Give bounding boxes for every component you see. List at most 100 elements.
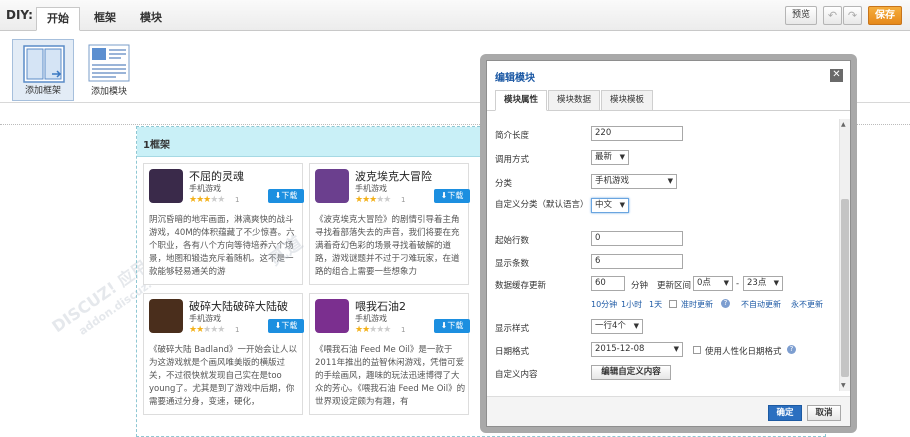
- chevron-down-icon: ▼: [723, 279, 729, 287]
- humanize-date-label: 使用人性化日期格式: [705, 347, 782, 357]
- help-icon[interactable]: ?: [787, 345, 796, 354]
- display-style-label: 显示样式: [495, 324, 530, 334]
- display-count-input[interactable]: 6: [591, 254, 683, 269]
- tab-frame[interactable]: 框架: [86, 7, 124, 31]
- intro-length-input[interactable]: 220: [591, 126, 683, 141]
- dialog-footer: 确定 取消: [487, 396, 850, 426]
- scroll-down-icon[interactable]: ▼: [841, 382, 846, 389]
- chevron-down-icon: ▼: [673, 345, 679, 353]
- confirm-button[interactable]: 确定: [768, 405, 802, 421]
- shortcut-1hour[interactable]: 1小时: [621, 299, 642, 310]
- shortcut-1day[interactable]: 1天: [649, 299, 662, 310]
- cache-minutes-input[interactable]: 60: [591, 276, 625, 291]
- app-category: 手机游戏: [189, 314, 221, 323]
- date-format-value: 2015-12-08: [595, 344, 645, 354]
- redo-icon[interactable]: ↷: [843, 6, 862, 25]
- download-button[interactable]: ⬇下载: [434, 189, 470, 203]
- app-description: 《波克埃克大冒险》的剧情引导着主角寻找着部落失去的声音，我们将要在充满着奇幻色彩…: [315, 215, 460, 277]
- interval-from-select[interactable]: 0点 ▼: [693, 276, 733, 291]
- app-name[interactable]: 波克埃克大冒险: [355, 168, 432, 184]
- tab-module-template[interactable]: 模块模板: [601, 90, 653, 111]
- interval-separator: -: [736, 279, 740, 289]
- frame-title: 1框架: [143, 140, 170, 151]
- shortcut-10min[interactable]: 10分钟: [591, 299, 617, 310]
- app-name[interactable]: 不屈的灵魂: [189, 168, 244, 184]
- app-category: 手机游戏: [355, 184, 387, 193]
- custom-category-select[interactable]: 中文 ▼: [591, 198, 629, 213]
- category-value: 手机游戏: [595, 176, 630, 186]
- rating-number: 1: [235, 326, 240, 334]
- display-style-select[interactable]: 一行4个 ▼: [591, 319, 643, 334]
- category-select[interactable]: 手机游戏 ▼: [591, 174, 677, 189]
- app-description: 《破碎大陆 Badland》一开始会让人以为这游戏就是个画风唯美版的横版过关，不…: [149, 345, 297, 407]
- display-style-value: 一行4个: [595, 321, 626, 331]
- custom-content-label: 自定义内容: [495, 370, 538, 380]
- add-frame-button[interactable]: 添加框架: [12, 39, 74, 101]
- display-count-label: 显示条数: [495, 259, 530, 269]
- chevron-down-icon: ▼: [619, 153, 625, 161]
- never-update-link[interactable]: 永不更新: [791, 299, 823, 310]
- call-method-value: 最新: [595, 152, 613, 162]
- app-thumbnail[interactable]: [149, 169, 183, 203]
- scroll-up-icon[interactable]: ▲: [841, 121, 846, 128]
- date-format-label: 日期格式: [495, 347, 530, 357]
- undo-icon[interactable]: ↶: [823, 6, 842, 25]
- humanize-date-checkbox[interactable]: [693, 346, 701, 354]
- chevron-down-icon: ▼: [633, 322, 639, 330]
- add-module-button[interactable]: 添加模块: [78, 39, 140, 101]
- ontime-label: 准时更新: [681, 300, 713, 309]
- app-card: 波克埃克大冒险 手机游戏 ★★★★★ 1 ⬇下载 《波克埃克大冒险》的剧情引导着…: [309, 163, 470, 285]
- minutes-unit: 分钟: [631, 281, 649, 291]
- rating-stars: ★★★★★: [355, 195, 391, 205]
- date-format-select[interactable]: 2015-12-08 ▼: [591, 342, 683, 357]
- rating-number: 1: [235, 196, 240, 204]
- ontime-checkbox[interactable]: [669, 300, 677, 308]
- app-card: 不屈的灵魂 手机游戏 ★★★★★ 1 ⬇下载 阴沉昏暗的地牢画面，淋漓爽快的战斗…: [143, 163, 304, 285]
- chevron-down-icon: ▼: [773, 279, 779, 287]
- module-layout-icon: [88, 44, 130, 82]
- download-button[interactable]: ⬇下载: [268, 319, 304, 333]
- no-auto-update-link[interactable]: 不自动更新: [741, 299, 781, 310]
- chevron-down-icon: ▼: [619, 201, 625, 209]
- download-button[interactable]: ⬇下载: [268, 189, 304, 203]
- download-label: 下载: [447, 191, 464, 200]
- tab-start[interactable]: 开始: [36, 7, 80, 31]
- download-button[interactable]: ⬇下载: [434, 319, 470, 333]
- download-label: 下载: [281, 191, 298, 200]
- call-method-select[interactable]: 最新 ▼: [591, 150, 629, 165]
- scroll-thumb[interactable]: [841, 199, 849, 377]
- cancel-button[interactable]: 取消: [807, 405, 841, 421]
- frame-layout-icon: [23, 45, 65, 83]
- app-thumbnail[interactable]: [315, 169, 349, 203]
- save-button[interactable]: 保存: [868, 6, 902, 25]
- custom-category-label: 自定义分类（默认语言）: [495, 200, 589, 210]
- app-name[interactable]: 破碎大陆破碎大陆破: [189, 298, 288, 314]
- app-card: 破碎大陆破碎大陆破 手机游戏 ★★★★★ 1 ⬇下载 《破碎大陆 Badland…: [143, 293, 304, 415]
- interval-to-select[interactable]: 23点 ▼: [743, 276, 783, 291]
- diy-toolbar: DIY: 开始 框架 模块 预览 ↶ ↷ 保存: [0, 0, 910, 31]
- app-thumbnail[interactable]: [149, 299, 183, 333]
- dialog-title: 编辑模块: [495, 73, 535, 84]
- app-thumbnail[interactable]: [315, 299, 349, 333]
- app-card: 喂我石油2 手机游戏 ★★★★★ 1 ⬇下载 《喂我石油 Feed Me Oil…: [309, 293, 470, 415]
- close-icon[interactable]: ✕: [830, 69, 843, 82]
- edit-module-dialog: 编辑模块 ✕ 模块属性 模块数据 模块模板 简介长度 220 调用方式 最新 ▼ …: [486, 60, 851, 427]
- edit-custom-content-button[interactable]: 编辑自定义内容: [591, 365, 671, 380]
- tab-module[interactable]: 模块: [132, 7, 170, 31]
- app-name[interactable]: 喂我石油2: [355, 298, 406, 314]
- app-category: 手机游戏: [355, 314, 387, 323]
- app-category: 手机游戏: [189, 184, 221, 193]
- tab-module-properties[interactable]: 模块属性: [495, 90, 547, 111]
- start-row-input[interactable]: 0: [591, 231, 683, 246]
- chevron-down-icon: ▼: [667, 177, 673, 185]
- help-icon[interactable]: ?: [721, 299, 730, 308]
- tab-module-data[interactable]: 模块数据: [548, 90, 600, 111]
- preview-button[interactable]: 预览: [785, 6, 817, 25]
- add-frame-label: 添加框架: [24, 86, 61, 96]
- interval-from-value: 0点: [697, 278, 711, 288]
- start-row-label: 起始行数: [495, 236, 530, 246]
- diy-label: DIY:: [6, 8, 33, 22]
- category-label: 分类: [495, 179, 513, 189]
- form-scrollbar[interactable]: ▲ ▼: [839, 119, 850, 391]
- download-label: 下载: [281, 321, 298, 330]
